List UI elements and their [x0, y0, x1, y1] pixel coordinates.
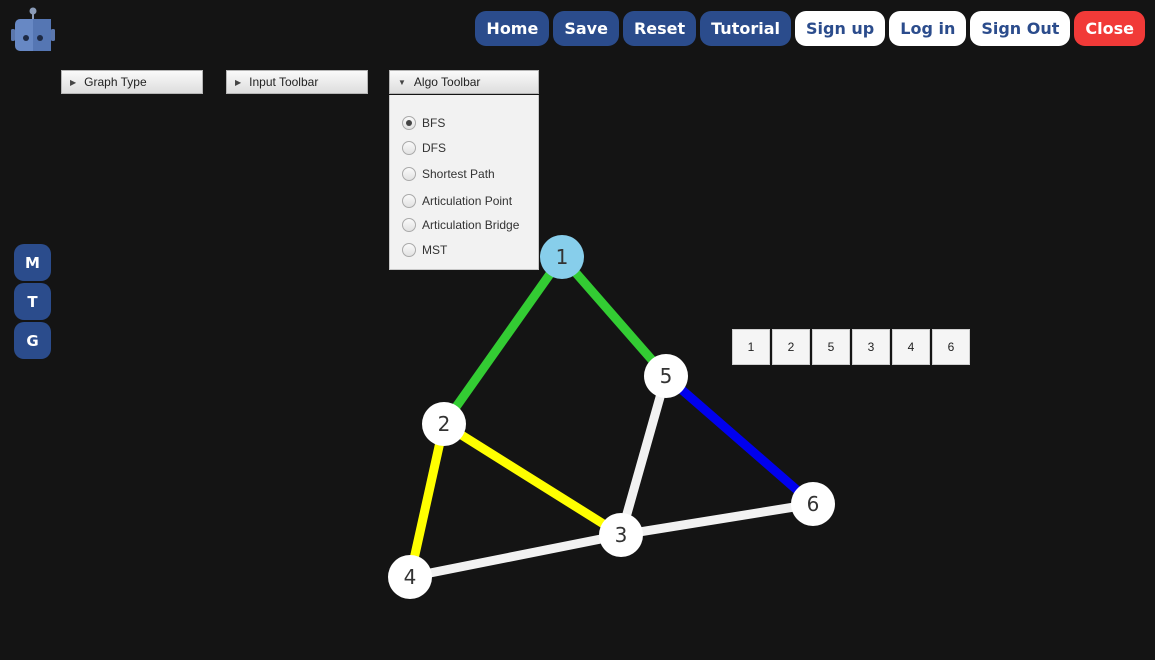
graph-edge-5-3[interactable]	[616, 374, 671, 537]
graph-node-label: 6	[807, 492, 820, 516]
graph-node-label: 1	[556, 245, 569, 269]
graph-node-4[interactable]: 4	[388, 555, 432, 599]
graph-edge-5-6[interactable]	[663, 372, 816, 508]
graph-nodes: 1 2 3 4 5 6	[388, 235, 835, 599]
graph-edge-1-2[interactable]	[440, 254, 566, 427]
graph-node-label: 5	[660, 364, 673, 388]
graph-node-label: 2	[438, 412, 451, 436]
graph-node-5[interactable]: 5	[644, 354, 688, 398]
graph-edge-1-5[interactable]	[558, 254, 670, 379]
graph-edge-3-4[interactable]	[409, 530, 622, 582]
graph-edge-2-4[interactable]	[405, 423, 449, 578]
graph-node-label: 4	[404, 565, 417, 589]
graph-canvas[interactable]: 1 2 3 4 5 6	[0, 0, 1155, 660]
graph-node-label: 3	[615, 523, 628, 547]
graph-edge-3-6[interactable]	[620, 499, 814, 540]
graph-edge-2-3[interactable]	[441, 420, 624, 539]
graph-node-6[interactable]: 6	[791, 482, 835, 526]
graph-node-2[interactable]: 2	[422, 402, 466, 446]
graph-node-3[interactable]: 3	[599, 513, 643, 557]
graph-node-1[interactable]: 1	[540, 235, 584, 279]
